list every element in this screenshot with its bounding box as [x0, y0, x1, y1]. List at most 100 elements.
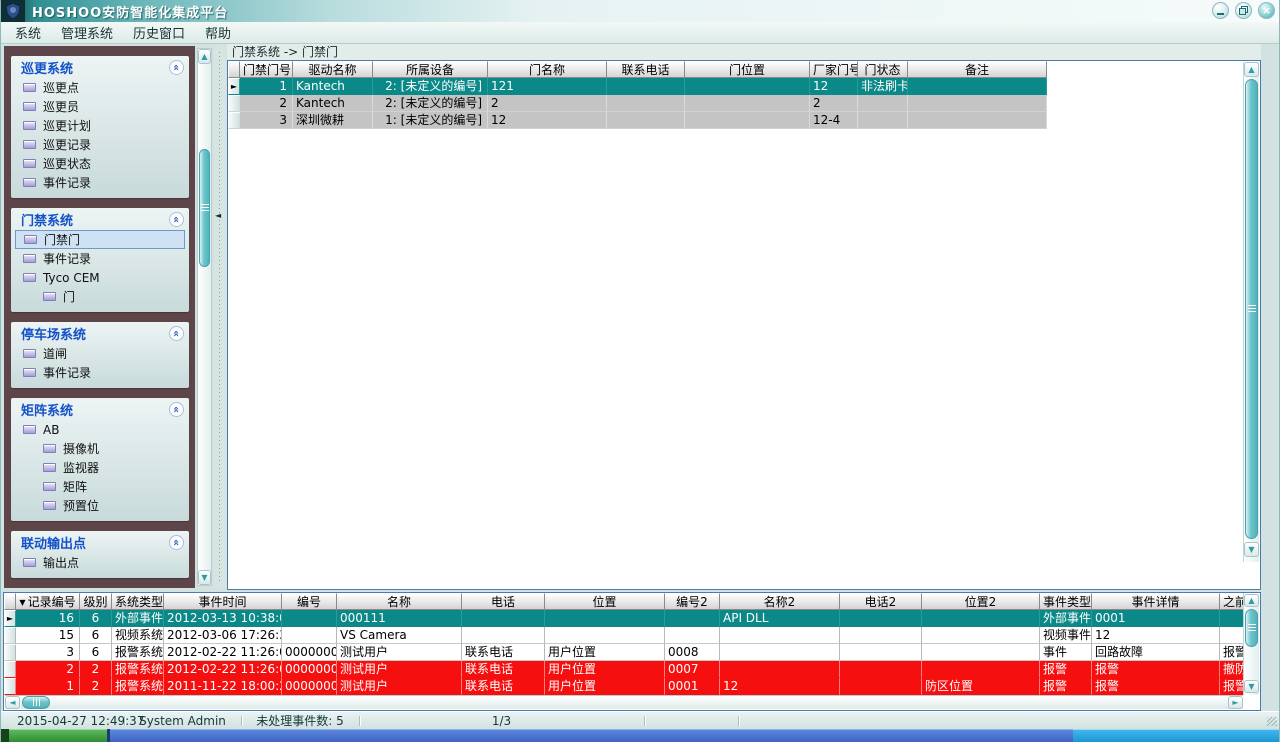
menu-item-3[interactable]: 帮助	[195, 21, 241, 44]
column-header-6[interactable]: 厂家门号	[810, 61, 858, 78]
sidebar-scrollbar[interactable]: ▲ ▼	[197, 48, 212, 586]
scroll-down-icon[interactable]: ▼	[1244, 542, 1259, 557]
column-header-0[interactable]: 门禁门号	[240, 61, 293, 78]
column-header-8[interactable]: 编号2	[665, 593, 720, 610]
column-header-label: 名称	[387, 595, 411, 609]
scroll-right-icon[interactable]: ►	[1228, 696, 1243, 709]
main-scrollbar[interactable]: ▲ ▼	[1243, 62, 1259, 562]
column-header-2[interactable]: 系统类型	[112, 593, 164, 610]
maximize-button[interactable]	[1235, 2, 1252, 19]
start-button-fragment[interactable]	[9, 729, 107, 742]
sidebar-panel-header[interactable]: 联动输出点«	[11, 531, 189, 553]
sidebar-item[interactable]: 门	[11, 287, 189, 306]
sidebar-item[interactable]: 事件记录	[11, 249, 189, 268]
sidebar-scrollbar-thumb[interactable]	[199, 149, 210, 267]
column-header-1[interactable]: 级别	[80, 593, 112, 610]
column-header-13[interactable]: 事件详情	[1092, 593, 1220, 610]
collapse-button[interactable]: «	[169, 212, 184, 227]
sidebar-panel-header[interactable]: 矩阵系统«	[11, 398, 189, 420]
double-chevron-up-icon: «	[171, 405, 182, 412]
sidebar-item[interactable]: 巡更状态	[11, 154, 189, 173]
column-header-3[interactable]: 门名称	[488, 61, 607, 78]
splitter-collapse-icon[interactable]: ◄	[215, 211, 221, 220]
table-row[interactable]: ►166外部事件2012-03-13 10:38:04000111API DLL…	[4, 610, 1244, 627]
collapse-button[interactable]: «	[169, 402, 184, 417]
minimize-button[interactable]	[1212, 2, 1229, 19]
column-header-11[interactable]: 位置2	[922, 593, 1040, 610]
event-hscrollbar[interactable]: ◄ ►	[5, 695, 1243, 709]
event-scrollbar[interactable]: ▲ ▼	[1243, 594, 1259, 695]
event-table: ▼记录编号级别系统类型事件时间编号 名称 电话 位置编号2名称2电话2位置2事件类型事…	[4, 593, 1244, 695]
column-header-14[interactable]: 之前状	[1220, 593, 1244, 610]
sidebar-item[interactable]: 事件记录	[11, 363, 189, 382]
column-header-2[interactable]: 所属设备	[373, 61, 488, 78]
column-header-3[interactable]: 事件时间	[164, 593, 282, 610]
column-header-7[interactable]: 位置	[545, 593, 665, 610]
menu-item-1[interactable]: 管理系统	[51, 21, 123, 44]
event-hscrollbar-thumb[interactable]	[22, 696, 50, 709]
double-chevron-up-icon: «	[171, 215, 182, 222]
column-header-4[interactable]: 编号	[282, 593, 337, 610]
sidebar-item[interactable]: 门禁门	[15, 230, 185, 249]
column-header-5[interactable]: 名称	[337, 593, 462, 610]
sidebar-item[interactable]: 矩阵	[11, 477, 189, 496]
column-header-8[interactable]: 备注	[908, 61, 1047, 78]
collapse-button[interactable]: «	[169, 535, 184, 550]
menu-item-0[interactable]: 系统	[5, 21, 51, 44]
table-cell: 深圳微耕	[293, 112, 373, 129]
sidebar-item[interactable]: 事件记录	[11, 173, 189, 192]
table-row[interactable]: 3深圳微耕1: [未定义的编号]1212-4	[228, 112, 1047, 129]
column-header-0[interactable]: ▼记录编号	[16, 593, 80, 610]
scroll-left-icon[interactable]: ◄	[5, 696, 20, 709]
sidebar-item[interactable]: 输出点	[11, 553, 189, 572]
column-header-4[interactable]: 联系电话	[607, 61, 685, 78]
sidebar-item[interactable]: 摄像机	[11, 439, 189, 458]
sidebar-item[interactable]: 监视器	[11, 458, 189, 477]
column-header-6[interactable]: 电话	[462, 593, 545, 610]
collapse-button[interactable]: «	[169, 326, 184, 341]
table-row[interactable]: 156视频系统2012-03-06 17:26:34VS Camera视频事件1…	[4, 627, 1244, 644]
column-header-9[interactable]: 名称2	[720, 593, 840, 610]
status-bar: 2015-04-27 12:49:37 System Admin 未处理事件数:…	[1, 711, 1280, 729]
sidebar-panel-header[interactable]: 门禁系统«	[11, 208, 189, 230]
scroll-up-icon[interactable]: ▲	[1244, 594, 1259, 607]
sidebar-item[interactable]: 巡更计划	[11, 116, 189, 135]
scroll-up-icon[interactable]: ▲	[198, 49, 211, 64]
sidebar-panel-header[interactable]: 停车场系统«	[11, 322, 189, 344]
table-row[interactable]: ►1Kantech2: [未定义的编号]12112非法刷卡	[228, 78, 1047, 95]
scroll-down-icon[interactable]: ▼	[198, 570, 211, 585]
main-scrollbar-thumb[interactable]	[1245, 79, 1258, 539]
table-cell: 视频系统	[112, 627, 164, 644]
sidebar-item[interactable]: AB	[11, 420, 189, 439]
sidebar-item[interactable]: 道闸	[11, 344, 189, 363]
table-row[interactable]: 2Kantech2: [未定义的编号]22	[228, 95, 1047, 112]
scroll-down-icon[interactable]: ▼	[1244, 680, 1259, 693]
sidebar-item[interactable]: Tyco CEM	[11, 268, 189, 287]
collapse-button[interactable]: «	[169, 60, 184, 75]
menu-item-2[interactable]: 历史窗口	[123, 21, 195, 44]
sidebar-item[interactable]: 巡更记录	[11, 135, 189, 154]
close-button[interactable]: ×	[1258, 2, 1275, 19]
column-header-5[interactable]: 门位置	[685, 61, 810, 78]
event-scrollbar-thumb[interactable]	[1245, 609, 1258, 647]
table-row[interactable]: 22报警系统2012-02-22 11:26:0200000002测试用户联系电…	[4, 661, 1244, 678]
system-tray-fragment[interactable]	[1073, 729, 1280, 742]
column-header-12[interactable]: 事件类型	[1040, 593, 1092, 610]
sidebar-splitter[interactable]: ◄	[214, 46, 226, 588]
table-cell: 00000003	[282, 678, 337, 695]
column-header-10[interactable]: 电话2	[840, 593, 922, 610]
column-header-7[interactable]: 门状态	[858, 61, 908, 78]
sidebar-item[interactable]: 预置位	[11, 496, 189, 515]
sidebar-panel-header[interactable]: 巡更系统«	[11, 56, 189, 78]
table-cell	[922, 627, 1040, 644]
sidebar-item[interactable]: 巡更员	[11, 97, 189, 116]
table-row[interactable]: 12报警系统2011-11-22 18:00:2700000003测试用户联系电…	[4, 678, 1244, 695]
sidebar-item[interactable]: 巡更点	[11, 78, 189, 97]
taskbar-fragment[interactable]	[110, 729, 1073, 742]
sidebar-panel-2: 停车场系统«道闸事件记录	[11, 322, 189, 388]
table-row[interactable]: 36报警系统2012-02-22 11:26:0200000002测试用户联系电…	[4, 644, 1244, 661]
scroll-up-icon[interactable]: ▲	[1244, 62, 1259, 77]
column-header-1[interactable]: 驱动名称	[293, 61, 373, 78]
resize-grip[interactable]	[1267, 717, 1277, 726]
column-header-label: 电话	[491, 595, 515, 609]
